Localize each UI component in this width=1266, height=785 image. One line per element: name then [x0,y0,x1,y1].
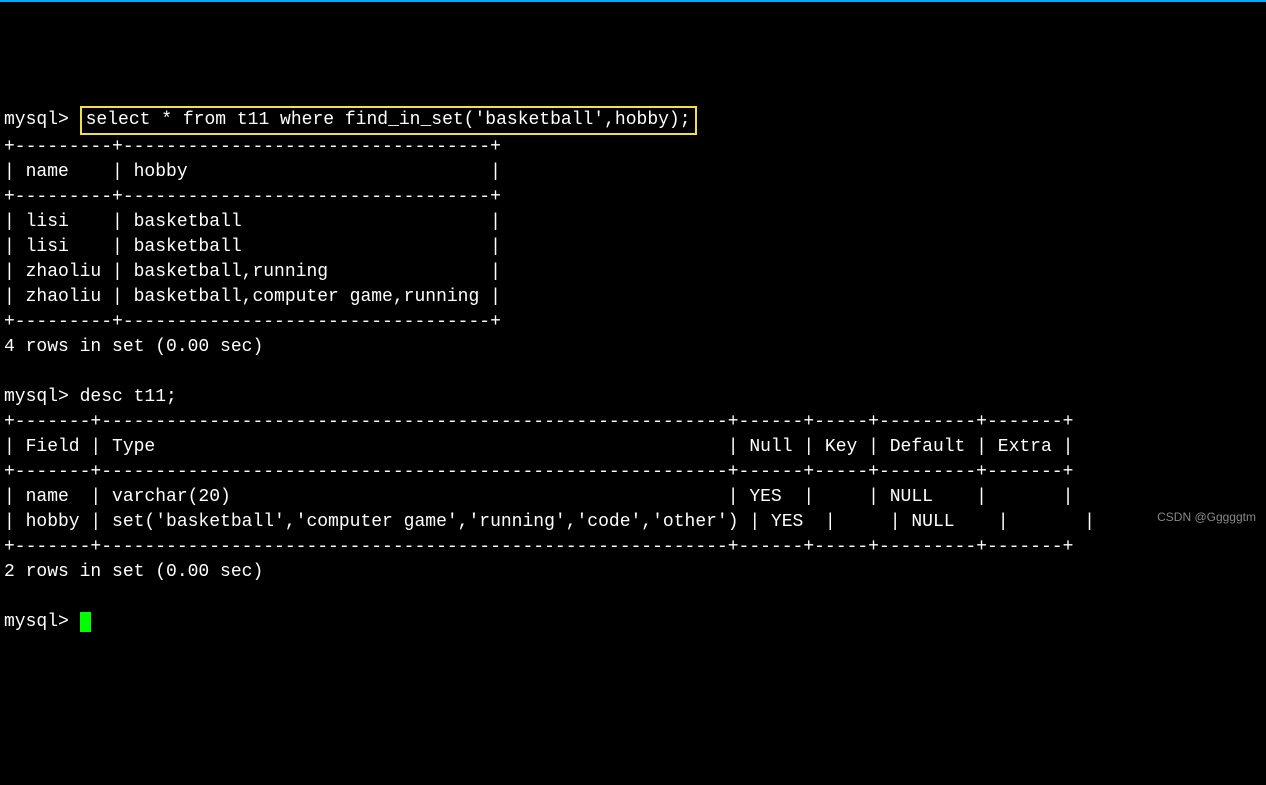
table-row: | name | varchar(20) | YES | | NULL | | [4,487,1073,507]
table-border: +---------+-----------------------------… [4,137,501,157]
mysql-prompt: mysql> [4,387,69,407]
table-border: +-------+-------------------------------… [4,462,1073,482]
table-header: | Field | Type | Null | Key | Default | … [4,437,1073,457]
sql-query-1: select * from t11 where find_in_set('bas… [86,110,691,130]
result-status: 4 rows in set (0.00 sec) [4,337,263,357]
mysql-prompt: mysql> [4,612,69,632]
highlighted-query: select * from t11 where find_in_set('bas… [80,106,697,135]
table-row: | lisi | basketball | [4,237,501,257]
terminal-cursor[interactable] [80,612,91,632]
table-border: +-------+-------------------------------… [4,412,1073,432]
mysql-prompt: mysql> [4,110,69,130]
table-row: | lisi | basketball | [4,212,501,232]
table-border: +---------+-----------------------------… [4,312,501,332]
table-border: +---------+-----------------------------… [4,187,501,207]
table-row: | zhaoliu | basketball,running | [4,262,501,282]
terminal-output: mysql> select * from t11 where find_in_s… [4,108,1262,635]
watermark-text: CSDN @Gggggtm [1157,505,1256,530]
table-border: +-------+-------------------------------… [4,537,1073,557]
result-status: 2 rows in set (0.00 sec) [4,562,263,582]
table-row: | hobby | set('basketball','computer gam… [4,512,1095,532]
sql-query-2: desc t11; [80,387,177,407]
table-row: | zhaoliu | basketball,computer game,run… [4,287,501,307]
table-header: | name | hobby | [4,162,501,182]
